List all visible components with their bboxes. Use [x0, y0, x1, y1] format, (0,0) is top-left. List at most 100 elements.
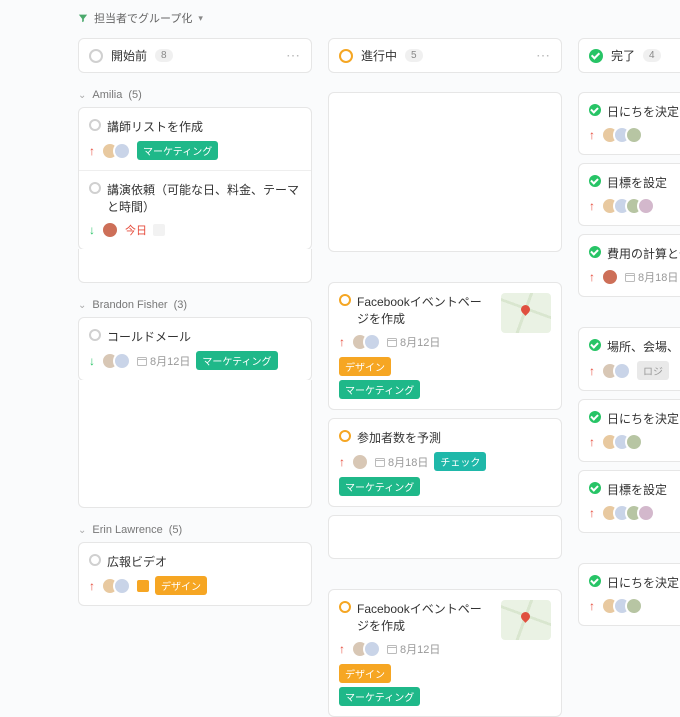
map-thumbnail[interactable] [501, 600, 551, 640]
tag-marketing[interactable]: マーケティング [137, 141, 218, 160]
due-date[interactable]: 8月18日 [625, 269, 678, 285]
status-progress-icon[interactable] [339, 430, 351, 442]
tag-marketing[interactable]: マーケティング [339, 687, 420, 706]
due-date[interactable]: 8月12日 [137, 353, 190, 369]
assignees[interactable] [101, 142, 131, 160]
tag-logistics[interactable]: ロジ [637, 361, 669, 380]
status-todo-icon[interactable] [89, 554, 101, 566]
task-card[interactable]: Facebookイベントページを作成 ↑ 8月12日 デザイン マーケティング [328, 282, 562, 410]
task-title: 費用の計算と予算 [607, 245, 680, 262]
assignees[interactable] [101, 352, 131, 370]
assignees[interactable] [601, 126, 643, 144]
column-header-progress[interactable]: 進行中 5 ⋯ [328, 38, 562, 73]
map-thumbnail[interactable] [501, 293, 551, 333]
assignees[interactable] [601, 197, 655, 215]
tag-marketing[interactable]: マーケティング [196, 351, 277, 370]
status-todo-icon [89, 49, 103, 63]
column-count: 4 [643, 49, 661, 62]
assignees[interactable] [351, 333, 381, 351]
tag-design[interactable]: デザイン [155, 576, 207, 595]
status-done-icon[interactable] [589, 175, 601, 187]
group-by-selector[interactable]: 担当者でグループ化 ▾ [78, 10, 680, 26]
priority-down-icon: ↓ [89, 223, 95, 237]
task-card[interactable]: 広報ビデオ ↑ デザイン [79, 543, 311, 605]
tag-design[interactable]: デザイン [339, 357, 391, 376]
task-card[interactable]: 日にちを決定 ↑ [578, 563, 680, 626]
due-date[interactable]: 8月12日 [387, 641, 440, 657]
column-header-todo[interactable]: 開始前 8 ⋯ [78, 38, 312, 73]
section-name: Erin Lawrence [92, 524, 162, 536]
due-date[interactable]: 8月12日 [387, 334, 440, 350]
task-card[interactable]: 講演依頼（可能な日、料金、テーマと時間） ↓ 今日 [79, 170, 311, 249]
section-name: Brandon Fisher [92, 299, 167, 311]
column-title: 完了 [611, 47, 635, 64]
more-icon[interactable]: ⋯ [536, 47, 551, 64]
section-header-erin[interactable]: ⌄ Erin Lawrence (5) [78, 524, 312, 536]
group-by-label: 担当者でグループ化 [94, 10, 192, 26]
section-count: (3) [174, 299, 187, 311]
tag-marketing[interactable]: マーケティング [339, 477, 420, 496]
due-date[interactable]: 8月18日 [375, 454, 428, 470]
task-card[interactable]: 日にちを決定 ↑ [578, 92, 680, 155]
status-done-icon [589, 49, 603, 63]
chevron-down-icon: ⌄ [78, 90, 86, 101]
priority-up-icon: ↑ [89, 579, 95, 593]
task-card[interactable]: 日にちを決定 ↑ [578, 399, 680, 462]
task-card[interactable]: Facebookイベントページを作成 ↑ 8月12日 デザイン マーケティング [328, 589, 562, 717]
task-title: コールドメール [107, 328, 191, 345]
task-card[interactable]: 目標を設定 ↑ [578, 163, 680, 226]
status-todo-icon[interactable] [89, 119, 101, 131]
column-title: 進行中 [361, 47, 397, 64]
task-card[interactable]: コールドメール ↓ 8月12日 マーケティング [79, 318, 311, 380]
priority-up-icon: ↑ [339, 335, 345, 349]
section-header-brandon[interactable]: ⌄ Brandon Fisher (3) [78, 299, 312, 311]
priority-up-icon: ↑ [589, 270, 595, 284]
assignees[interactable] [601, 433, 643, 451]
more-icon[interactable]: ⋯ [286, 47, 301, 64]
calendar-icon [375, 457, 385, 467]
status-done-icon[interactable] [589, 482, 601, 494]
task-title: Facebookイベントページを作成 [357, 293, 493, 327]
task-title: 場所、会場、出店 [607, 338, 680, 355]
section-header-amilia[interactable]: ⌄ Amilia (5) [78, 89, 312, 101]
empty-drop-area[interactable] [78, 380, 312, 508]
status-progress-icon[interactable] [339, 294, 351, 306]
section-count: (5) [169, 524, 182, 536]
status-done-icon[interactable] [589, 339, 601, 351]
priority-up-icon: ↑ [339, 455, 345, 469]
column-header-done[interactable]: 完了 4 [578, 38, 680, 73]
status-todo-icon[interactable] [89, 329, 101, 341]
status-todo-icon[interactable] [89, 182, 101, 194]
empty-drop-area[interactable] [78, 249, 312, 283]
assignees[interactable] [601, 597, 643, 615]
assignees[interactable] [101, 577, 131, 595]
empty-drop-area[interactable] [328, 515, 562, 559]
assignees[interactable] [601, 362, 631, 380]
assignees[interactable] [101, 221, 119, 239]
task-card[interactable]: 場所、会場、出店 ↑ロジ [578, 327, 680, 391]
due-date[interactable]: 今日 [125, 222, 147, 238]
status-done-icon[interactable] [589, 104, 601, 116]
empty-drop-area[interactable] [328, 92, 562, 252]
task-card[interactable]: 参加者数を予測 ↑ 8月18日 チェック マーケティング [328, 418, 562, 507]
status-done-icon[interactable] [589, 246, 601, 258]
status-done-icon[interactable] [589, 411, 601, 423]
funnel-icon [78, 13, 88, 23]
tag-check[interactable]: チェック [434, 452, 486, 471]
task-card[interactable]: 目標を設定 ↑ [578, 470, 680, 533]
assignees[interactable] [601, 268, 619, 286]
task-card[interactable]: 講師リストを作成 ↑ マーケティング [79, 108, 311, 170]
priority-up-icon: ↑ [339, 642, 345, 656]
status-done-icon[interactable] [589, 575, 601, 587]
assignees[interactable] [351, 453, 369, 471]
chevron-down-icon: ▾ [198, 13, 203, 24]
assignees[interactable] [351, 640, 381, 658]
calendar-icon [625, 272, 635, 282]
status-progress-icon[interactable] [339, 601, 351, 613]
tag-marketing[interactable]: マーケティング [339, 380, 420, 399]
tag-design[interactable]: デザイン [339, 664, 391, 683]
assignees[interactable] [601, 504, 655, 522]
task-card[interactable]: 費用の計算と予算 ↑ 8月18日 [578, 234, 680, 297]
section-count: (5) [128, 89, 141, 101]
priority-up-icon: ↑ [589, 128, 595, 142]
